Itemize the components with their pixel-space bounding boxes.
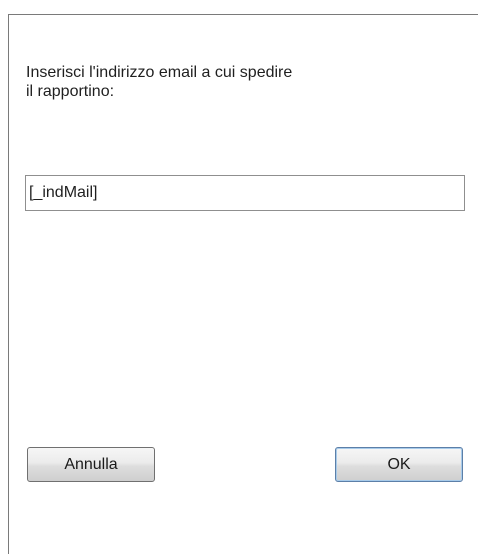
cancel-button[interactable]: Annulla xyxy=(27,447,155,482)
email-input[interactable] xyxy=(25,175,465,211)
ok-button[interactable]: OK xyxy=(335,447,463,482)
email-prompt-label: Inserisci l'indirizzo email a cui spedir… xyxy=(26,64,293,100)
